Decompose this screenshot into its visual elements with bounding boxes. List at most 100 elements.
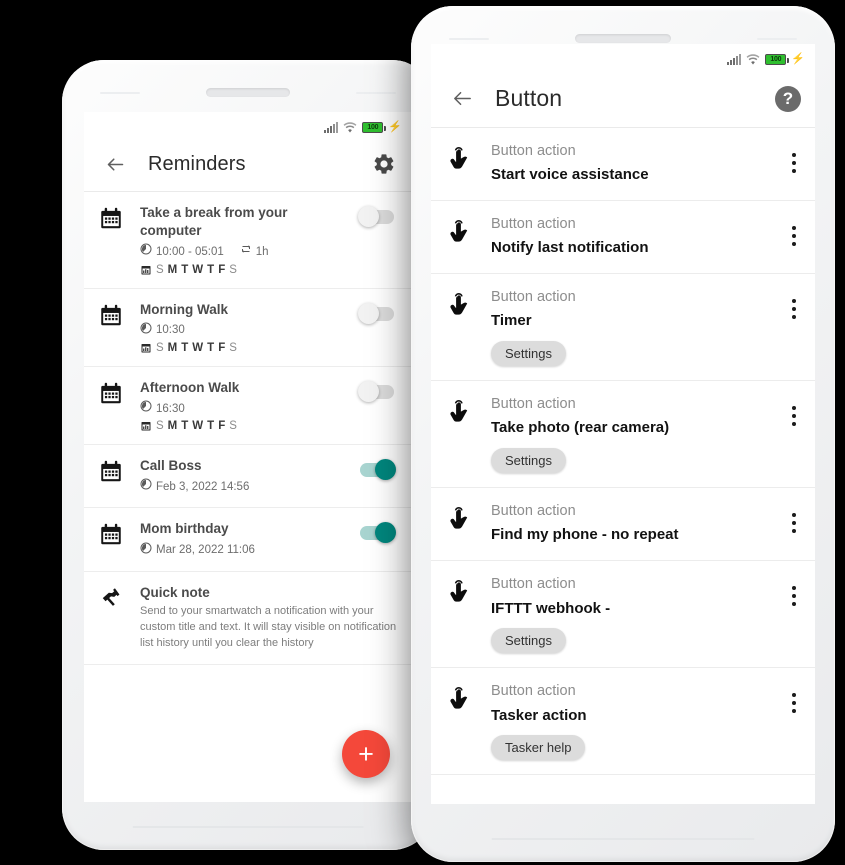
kebab-menu-icon[interactable] (783, 394, 805, 427)
phone-device-left: 100 ⚡ Reminders Take a break from your c… (62, 60, 434, 850)
calendar-icon (98, 379, 128, 412)
signal-icon (324, 121, 339, 133)
app-bar-reminders: Reminders (84, 138, 412, 192)
action-label: Button action (491, 503, 576, 520)
reminder-toggle[interactable] (358, 380, 394, 402)
reminder-day-4: T (207, 263, 215, 276)
action-label: Button action (491, 143, 576, 159)
reminder-title: Call Boss (140, 458, 202, 474)
calendar-icon (98, 301, 128, 334)
reminder-body: Take a break from your computer 10:00 - … (140, 204, 348, 276)
frame-accent-right (757, 38, 797, 40)
button-action-row[interactable]: Button action Tasker action Tasker help (431, 668, 815, 776)
reminder-list: Take a break from your computer 10:00 - … (84, 192, 412, 665)
reminder-day-2: T (181, 341, 189, 354)
button-action-row[interactable]: Button action Start voice assistance (431, 128, 815, 202)
reminder-title: Take a break from your computer (140, 205, 288, 239)
reminder-day-5: F (218, 420, 226, 433)
action-value: IFTTT webhook - (491, 599, 611, 617)
reminder-days-row: SMTWTFS (140, 420, 348, 432)
action-chip-button[interactable]: Tasker help (491, 735, 586, 761)
kebab-menu-icon[interactable] (783, 287, 805, 320)
repeat-icon (240, 243, 252, 260)
reminder-row[interactable]: Take a break from your computer 10:00 - … (84, 192, 412, 289)
frame-accent-left (100, 92, 140, 94)
help-icon[interactable]: ? (775, 85, 801, 112)
phone-device-right: 100 ⚡ Button ? Button action Start voice… (411, 6, 835, 862)
tap-hand-icon (449, 501, 477, 537)
add-reminder-fab[interactable]: + (342, 730, 390, 778)
gear-icon[interactable] (372, 152, 398, 178)
reminder-row[interactable]: Morning Walk 10:30 SMTWTFS (84, 288, 412, 367)
note-icon (98, 584, 128, 617)
reminder-title: Morning Walk (140, 301, 228, 317)
back-arrow-icon[interactable] (98, 148, 132, 182)
action-body: Button action IFTTT webhook - Settings (491, 574, 769, 654)
reminder-repeat: 1h (255, 245, 269, 258)
reminder-toggle[interactable] (358, 206, 394, 227)
reminder-time: 10:00 - 05:01 (156, 245, 224, 258)
action-label: Button action (491, 683, 576, 700)
button-action-row[interactable]: Button action Find my phone - no repeat (431, 488, 815, 562)
reminder-days-row: SMTWTFS (140, 264, 348, 276)
button-action-row[interactable]: Button action Timer Settings (431, 274, 815, 382)
battery-icon: 100 (362, 121, 387, 133)
toggle-knob (358, 206, 379, 227)
kebab-menu-icon[interactable] (783, 574, 805, 607)
action-value: Take photo (rear camera) (491, 419, 670, 437)
weekday-calendar-icon (140, 342, 152, 354)
frame-bottom-accent (132, 826, 364, 828)
page-title: Button (495, 85, 563, 111)
clock-icon (140, 478, 152, 495)
calendar-icon (98, 204, 128, 237)
action-label: Button action (491, 576, 576, 593)
reminder-day-3: W (192, 341, 204, 354)
toggle-knob (358, 380, 379, 402)
status-bar-right: 100 ⚡ (431, 44, 815, 70)
tap-hand-icon (449, 574, 477, 610)
reminder-day-5: F (218, 263, 226, 276)
reminder-time: Mar 28, 2022 11:06 (156, 544, 255, 557)
battery-icon: 100 (765, 53, 790, 65)
reminder-day-0: S (156, 420, 164, 433)
kebab-menu-icon[interactable] (783, 141, 805, 173)
action-chip-button[interactable]: Settings (491, 448, 566, 474)
action-body: Button action Find my phone - no repeat (491, 501, 769, 546)
action-chip-button[interactable]: Settings (491, 628, 566, 654)
action-value: Find my phone - no repeat (491, 526, 679, 544)
quick-note-description: Send to your smartwatch a notification w… (140, 605, 397, 649)
reminder-toggle[interactable] (360, 522, 396, 544)
action-chip-button[interactable]: Settings (491, 341, 566, 367)
button-action-list: Button action Start voice assistance But… (431, 128, 815, 776)
quick-note-row[interactable]: Quick note Send to your smartwatch a not… (84, 571, 412, 665)
kebab-menu-icon[interactable] (783, 214, 805, 247)
kebab-menu-icon[interactable] (783, 681, 805, 714)
calendar-icon (98, 457, 128, 490)
reminder-day-1: M (167, 263, 178, 276)
frame-accent-left (449, 38, 489, 40)
weekday-calendar-icon (140, 264, 152, 276)
status-icons: 100 ⚡ (727, 52, 805, 65)
button-action-row[interactable]: Button action Take photo (rear camera) S… (431, 381, 815, 489)
reminder-toggle[interactable] (358, 302, 394, 324)
reminder-row[interactable]: Call Boss Feb 3, 2022 14:56 (84, 445, 412, 509)
kebab-menu-icon[interactable] (783, 501, 805, 534)
tap-hand-icon (449, 681, 477, 717)
reminder-row[interactable]: Mom birthday Mar 28, 2022 11:06 (84, 508, 412, 572)
earpiece-speaker (206, 88, 290, 97)
back-arrow-icon[interactable] (445, 82, 479, 116)
reminder-row[interactable]: Afternoon Walk 16:30 SMTWTFS (84, 366, 412, 446)
action-body: Button action Timer Settings (491, 287, 769, 367)
reminder-toggle[interactable] (360, 459, 396, 481)
action-body: Button action Notify last notification (491, 214, 769, 259)
app-bar-button: Button ? (431, 70, 815, 128)
action-body: Button action Tasker action Tasker help (491, 681, 769, 761)
screenshot-stage: 100 ⚡ Reminders Take a break from your c… (0, 0, 845, 865)
button-action-row[interactable]: Button action IFTTT webhook - Settings (431, 561, 815, 669)
quick-note-title: Quick note (140, 584, 210, 600)
reminder-body: Afternoon Walk 16:30 SMTWTFS (140, 379, 348, 432)
button-action-row[interactable]: Button action Notify last notification (431, 201, 815, 275)
charging-bolt-icon: ⚡ (791, 52, 805, 65)
reminder-day-2: T (181, 263, 189, 276)
frame-accent-right (356, 92, 396, 94)
